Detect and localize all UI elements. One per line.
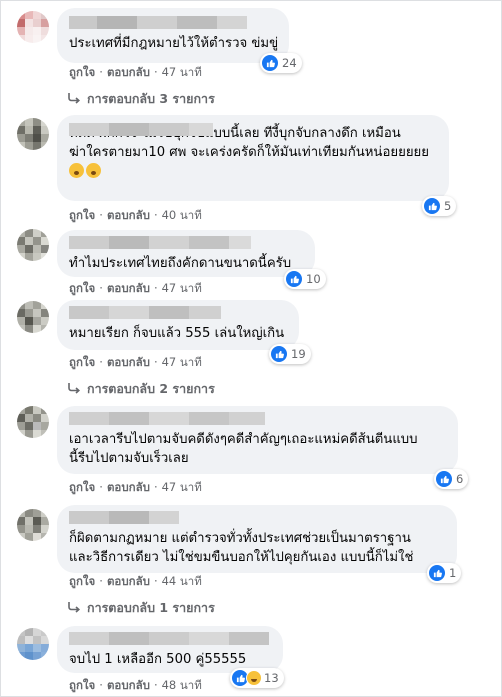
reply-arrow-icon — [67, 382, 81, 397]
replies-count-label: การตอบกลับ 3 รายการ — [87, 91, 215, 106]
reaction-count[interactable]: 24 — [260, 53, 302, 73]
commenter-name-blurred[interactable] — [69, 16, 277, 29]
reaction-count-value: 6 — [456, 472, 464, 486]
comment-bubble: เอาเวลารีบไปตามจับคดีดังๆคดีสำคัญๆเถอะแห… — [57, 406, 458, 474]
reply-link[interactable]: ตอบกลับ — [107, 480, 150, 494]
comment-actions: ถูกใจ · ตอบกลับ · 40 นาที — [69, 208, 202, 222]
avatar[interactable] — [17, 11, 49, 43]
comment-time[interactable]: 40 นาที — [162, 208, 202, 222]
reaction-count[interactable]: 6 — [434, 469, 469, 489]
reaction-count-value: 10 — [306, 272, 321, 286]
thumbs-up-icon — [286, 271, 302, 287]
reaction-count[interactable]: 5 — [422, 196, 457, 216]
comment-bubble: ทำไมประเทศไทยถึงคักดานขนาดนี้ครับ — [57, 230, 315, 277]
comment-time[interactable]: 44 นาที — [162, 574, 202, 588]
like-link[interactable]: ถูกใจ — [69, 65, 95, 79]
thumbs-up-icon — [424, 198, 440, 214]
frowning-face-icon — [86, 163, 101, 178]
avatar[interactable] — [17, 628, 49, 660]
reply-arrow-icon — [67, 92, 81, 107]
comment-actions: ถูกใจ · ตอบกลับ · 47 นาที — [69, 480, 202, 494]
reaction-count-value: 24 — [282, 56, 297, 70]
reaction-count[interactable]: 19 — [269, 344, 311, 364]
frowning-face-icon — [69, 163, 84, 178]
comment-text-line-2: ฆ่าใครตายมา10 ศพ จะเคร่งครัดก็ให้มันเท่า… — [69, 145, 430, 160]
commenter-name-blurred[interactable] — [69, 306, 287, 319]
reaction-count[interactable]: 10 — [284, 269, 326, 289]
avatar[interactable] — [17, 509, 49, 541]
like-link[interactable]: ถูกใจ — [69, 678, 95, 692]
reply-link[interactable]: ตอบกลับ — [107, 281, 150, 295]
commenter-name-blurred[interactable] — [69, 511, 445, 524]
like-link[interactable]: ถูกใจ — [69, 574, 95, 588]
view-replies-link[interactable]: การตอบกลับ 1 รายการ — [67, 598, 215, 618]
comment-actions: ถูกใจ · ตอบกลับ · 44 นาที — [69, 574, 202, 588]
comment-text: ทำไมประเทศไทยถึงคักดานขนาดนี้ครับ — [69, 256, 292, 271]
comment-text-line-1: ก็ผิดตามกฏหมาย แต่ตำรวจทั่วทั้งประเทศช่ว… — [69, 531, 411, 546]
thumbs-up-icon — [271, 346, 287, 362]
comment-text-line-2: และวิธีการเดียว ไม่ใช่ขมขืนบอกให้ไปคุยกั… — [69, 550, 414, 565]
commenter-name-blurred[interactable] — [69, 236, 303, 249]
reaction-count[interactable]: 1 — [427, 563, 462, 583]
comment-actions: ถูกใจ · ตอบกลับ · 47 นาที — [69, 65, 202, 79]
reaction-count[interactable]: 13 — [230, 668, 284, 688]
reply-link[interactable]: ตอบกลับ — [107, 574, 150, 588]
comment-time[interactable]: 47 นาที — [162, 65, 202, 79]
comment-time[interactable]: 48 นาที — [162, 678, 202, 692]
comment-time[interactable]: 47 นาที — [162, 355, 202, 369]
comment-text-line-2: นี้รีบไปตามจับเร็วเลย — [69, 451, 189, 466]
reply-link[interactable]: ตอบกลับ — [107, 678, 150, 692]
like-link[interactable]: ถูกใจ — [69, 281, 95, 295]
comment-text: หมายเรียก ก็จบแล้ว 555 เล่นใหญ่เกิน — [69, 326, 285, 341]
avatar[interactable] — [17, 229, 49, 261]
comment-bubble: จบไป 1 เหลืออีก 500 คู่55555 — [57, 626, 283, 673]
reply-link[interactable]: ตอบกลับ — [107, 65, 150, 79]
reaction-count-value: 13 — [264, 671, 279, 685]
comment-bubble: หมายเรียก ก็จบแล้ว 555 เล่นใหญ่เกิน — [57, 300, 299, 350]
commenter-name-blurred[interactable] — [69, 123, 437, 136]
reaction-count-value: 1 — [449, 566, 457, 580]
view-replies-link[interactable]: การตอบกลับ 2 รายการ — [67, 379, 215, 399]
avatar[interactable] — [17, 301, 49, 333]
comment-actions: ถูกใจ · ตอบกลับ · 47 นาที — [69, 355, 202, 369]
thumbs-up-icon — [436, 471, 452, 487]
comment-bubble: ก็ผิดตามกฏหมาย แต่ตำรวจทั่วทั้งประเทศช่ว… — [57, 505, 457, 573]
comment-time[interactable]: 47 นาที — [162, 281, 202, 295]
avatar[interactable] — [17, 118, 49, 150]
like-link[interactable]: ถูกใจ — [69, 208, 95, 222]
comment-actions: ถูกใจ · ตอบกลับ · 47 นาที — [69, 281, 202, 295]
laughing-face-icon — [246, 670, 262, 686]
reply-arrow-icon — [67, 601, 81, 616]
reply-link[interactable]: ตอบกลับ — [107, 208, 150, 222]
view-replies-link[interactable]: การตอบกลับ 3 รายการ — [67, 89, 215, 109]
reaction-count-value: 5 — [444, 199, 452, 213]
comment-text: จบไป 1 เหลืออีก 500 คู่55555 — [69, 652, 247, 667]
thumbs-up-icon — [429, 565, 445, 581]
comment-emojis — [69, 162, 437, 181]
like-link[interactable]: ถูกใจ — [69, 480, 95, 494]
commenter-name-blurred[interactable] — [69, 632, 271, 645]
like-link[interactable]: ถูกใจ — [69, 355, 95, 369]
replies-count-label: การตอบกลับ 2 รายการ — [87, 381, 215, 396]
reaction-count-value: 19 — [291, 347, 306, 361]
commenter-name-blurred[interactable] — [69, 412, 446, 425]
thumbs-up-icon — [262, 55, 278, 71]
comment-bubble: ประเทศที่มีกฎหมายไว้ให้ตำรวจ ข่มขู่ — [57, 8, 289, 63]
comment-bubble: ที่ดดี้ ผกกโจ้ ไม่รีบบุกจับแบบนี้เลย ทีง… — [57, 115, 449, 201]
comment-time[interactable]: 47 นาที — [162, 480, 202, 494]
comments-panel: ประเทศที่มีกฎหมายไว้ให้ตำรวจ ข่มขู่ 24 ถ… — [0, 0, 502, 697]
reply-link[interactable]: ตอบกลับ — [107, 355, 150, 369]
avatar[interactable] — [17, 406, 49, 438]
comment-actions: ถูกใจ · ตอบกลับ · 48 นาที — [69, 678, 202, 692]
comment-text-line-1: เอาเวลารีบไปตามจับคดีดังๆคดีสำคัญๆเถอะแห… — [69, 432, 418, 447]
replies-count-label: การตอบกลับ 1 รายการ — [87, 600, 215, 615]
comment-text: ประเทศที่มีกฎหมายไว้ให้ตำรวจ ข่มขู่ — [69, 36, 279, 51]
